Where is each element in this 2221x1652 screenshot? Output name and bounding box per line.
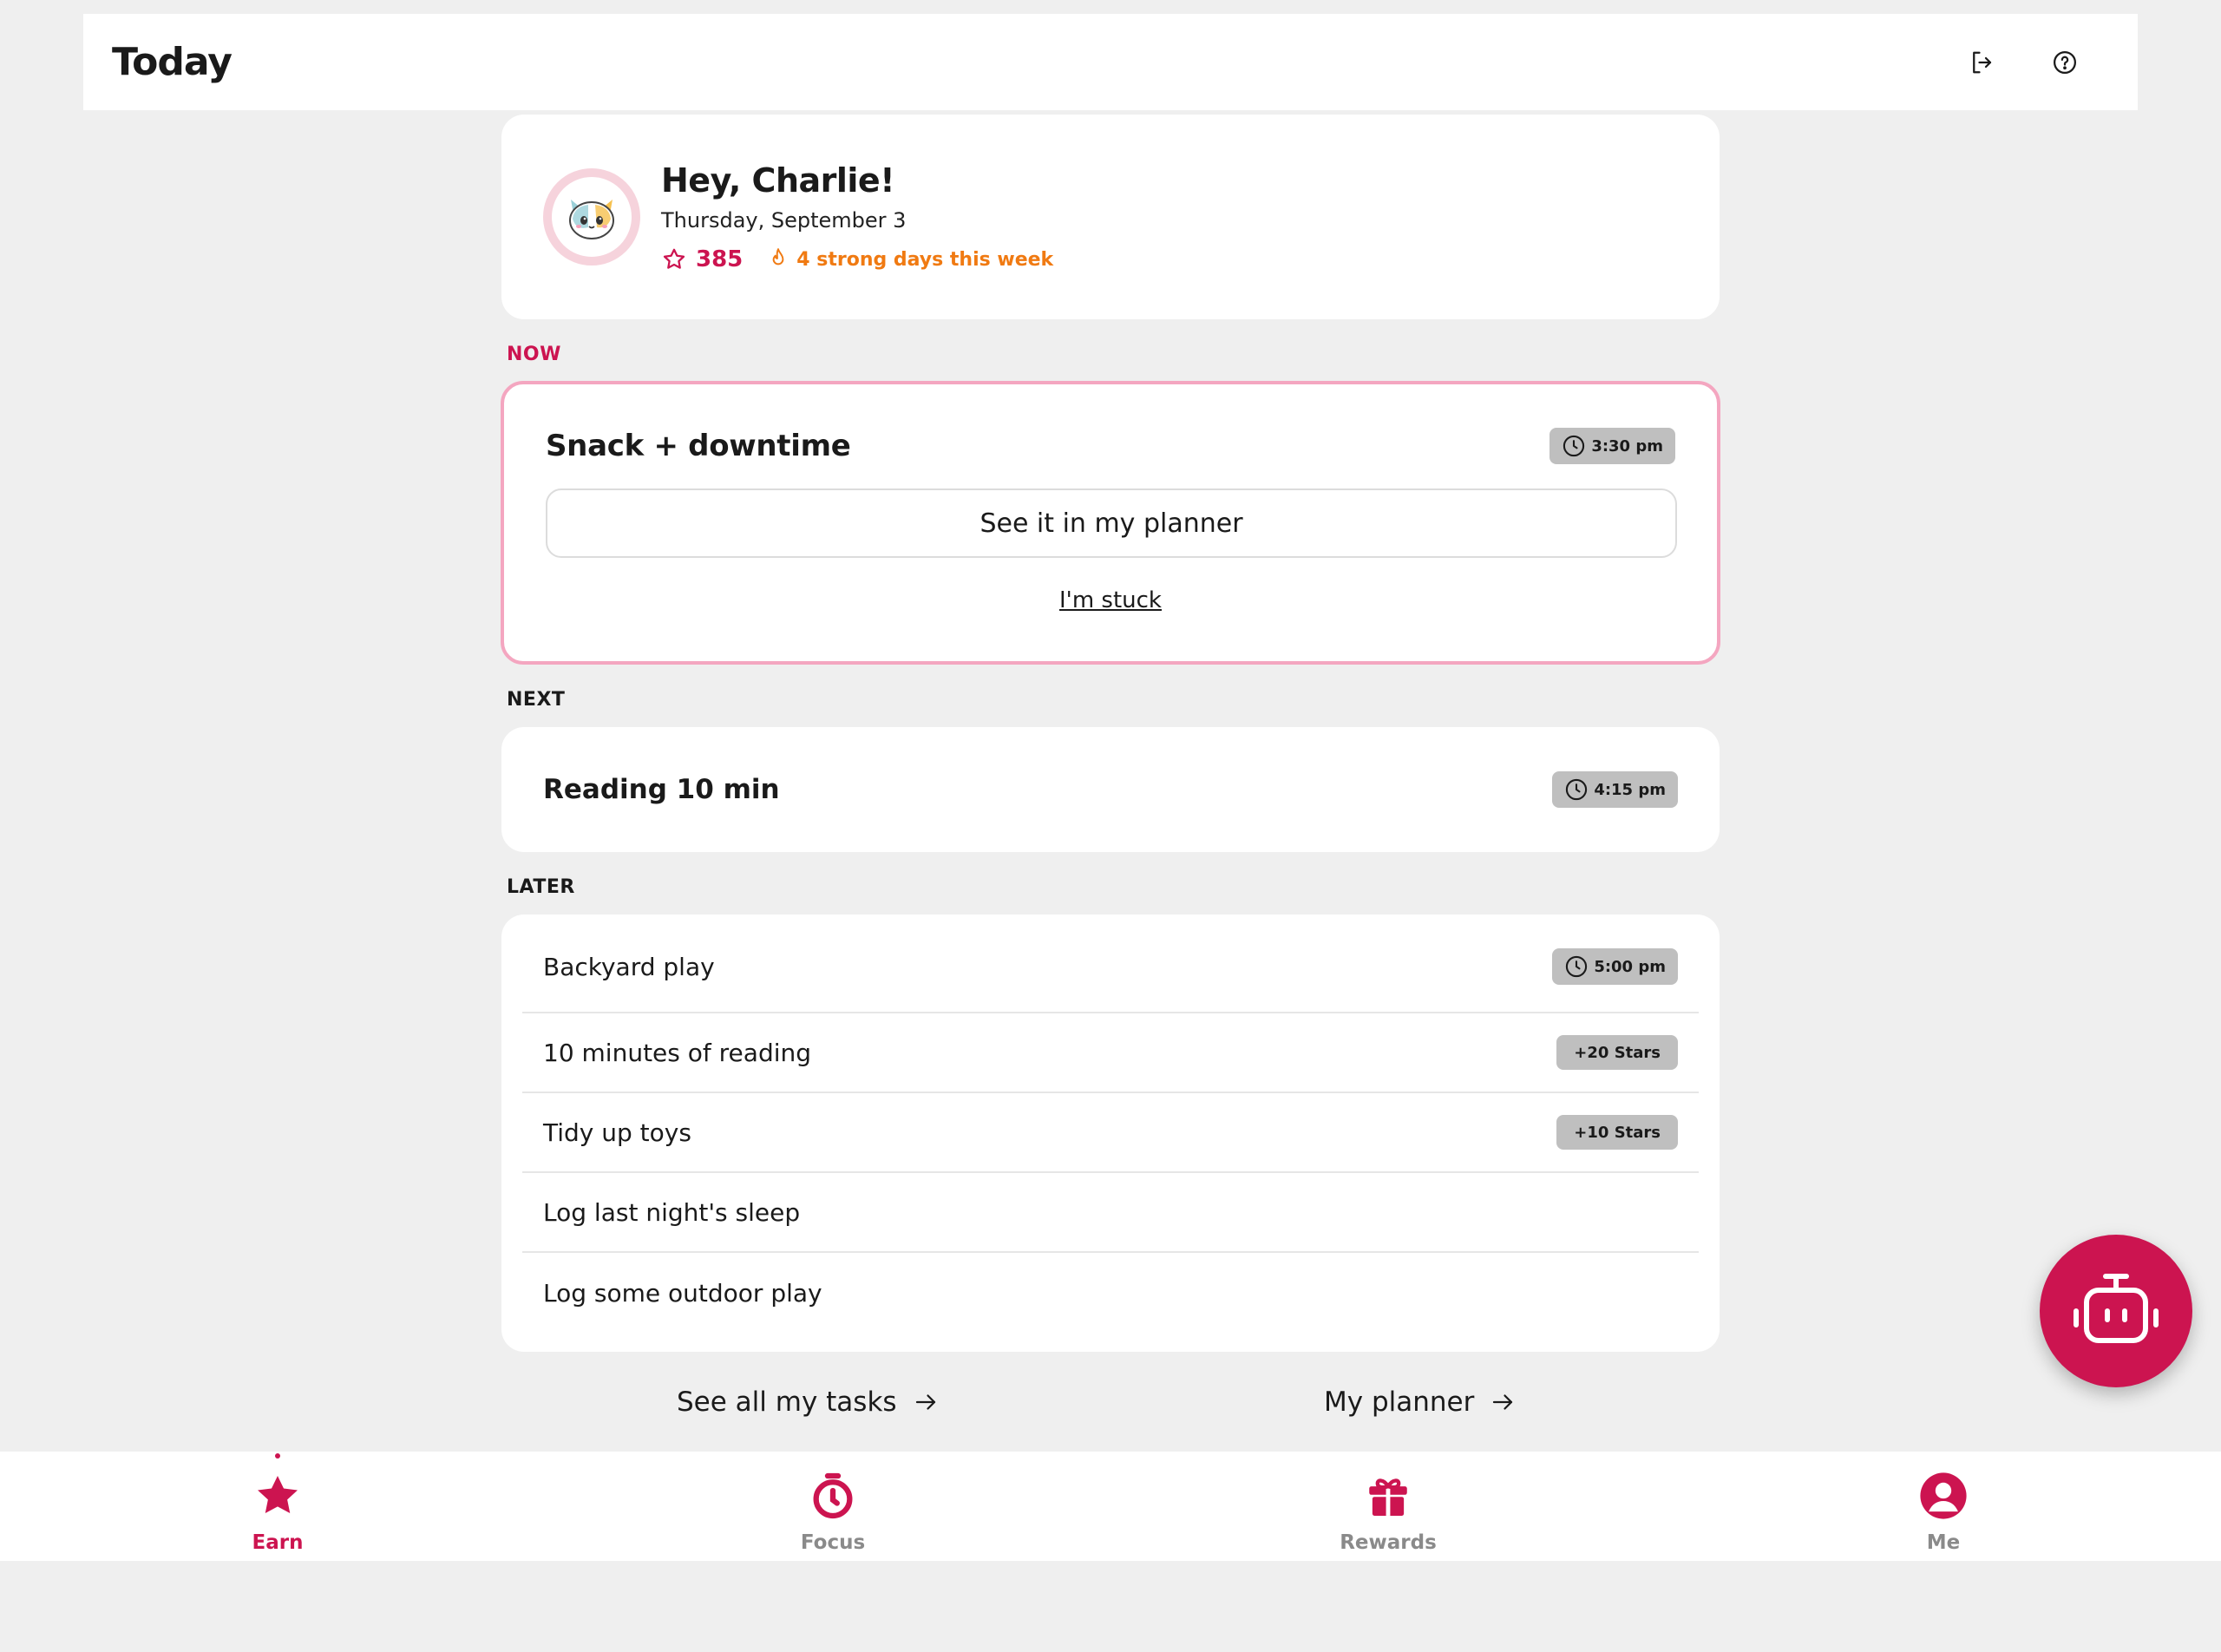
greeting-name: Hey, Charlie! xyxy=(661,161,895,200)
time-badge: 4:15 pm xyxy=(1552,771,1678,808)
later-tasks-card: Backyard play 5:00 pm 10 minutes of read… xyxy=(501,914,1720,1352)
arrow-right-icon xyxy=(915,1394,935,1410)
person-icon xyxy=(1920,1472,1967,1519)
stars-count: 385 xyxy=(661,246,743,272)
avatar[interactable] xyxy=(543,168,640,266)
cat-avatar-icon xyxy=(569,200,614,239)
page-title: Today xyxy=(112,40,233,84)
streak: 4 strong days this week xyxy=(767,247,1053,272)
time-badge: 5:00 pm xyxy=(1552,948,1678,985)
greeting-card: Hey, Charlie! Thursday, September 3 385 … xyxy=(501,115,1720,319)
logout-icon[interactable] xyxy=(1966,47,1997,78)
nav-label-focus: Focus xyxy=(800,1531,866,1554)
greeting-text: Hey, Charlie! Thursday, September 3 385 … xyxy=(661,161,1053,272)
greeting-date: Thursday, September 3 xyxy=(661,208,907,233)
section-label-now: NOW xyxy=(507,344,561,365)
bottom-nav: Earn Focus Rewards Me xyxy=(0,1452,2221,1561)
nav-item-earn[interactable]: Earn xyxy=(0,1452,555,1561)
task-title: Tidy up toys xyxy=(543,1118,691,1147)
flame-icon xyxy=(772,248,784,266)
list-item[interactable]: Log some outdoor play xyxy=(522,1253,1699,1333)
next-task-title: Reading 10 min xyxy=(543,774,780,805)
now-task-card: Snack + downtime 3:30 pm See it in my pl… xyxy=(501,381,1720,665)
clock-icon xyxy=(1566,778,1588,801)
help-icon[interactable] xyxy=(2049,47,2080,78)
next-task-time: 4:15 pm xyxy=(1594,780,1666,799)
my-planner-label: My planner xyxy=(1324,1386,1475,1418)
list-item[interactable]: Backyard play 5:00 pm xyxy=(522,914,1699,1013)
list-item[interactable]: Tidy up toys +10 Stars xyxy=(522,1093,1699,1173)
task-title: 10 minutes of reading xyxy=(543,1038,812,1067)
stars-value: 385 xyxy=(696,246,744,272)
im-stuck-link[interactable]: I'm stuck xyxy=(546,587,1675,613)
arrow-right-icon xyxy=(1493,1394,1513,1410)
now-task-title: Snack + downtime xyxy=(546,429,851,463)
star-icon xyxy=(258,1476,298,1514)
see-all-tasks-link[interactable]: See all my tasks xyxy=(677,1386,939,1418)
see-all-tasks-label: See all my tasks xyxy=(677,1386,897,1418)
top-bar: Today xyxy=(83,14,2138,110)
nav-label-earn: Earn xyxy=(252,1531,304,1554)
nav-item-me[interactable]: Me xyxy=(1666,1452,2221,1561)
nav-label-me: Me xyxy=(1926,1531,1961,1554)
active-indicator-dot xyxy=(275,1453,280,1459)
task-title: Backyard play xyxy=(543,952,715,981)
clock-icon xyxy=(1563,435,1585,457)
clock-icon xyxy=(1566,955,1588,978)
greeting-stats: 385 4 strong days this week xyxy=(661,246,1053,272)
nav-item-rewards[interactable]: Rewards xyxy=(1110,1452,1666,1561)
section-label-next: NEXT xyxy=(507,689,566,711)
assistant-button[interactable] xyxy=(2040,1235,2192,1387)
task-time: 5:00 pm xyxy=(1594,957,1666,976)
header-actions xyxy=(1966,47,2109,78)
list-item[interactable]: Log last night's sleep xyxy=(522,1173,1699,1253)
gift-icon xyxy=(1369,1478,1407,1516)
robot-icon xyxy=(2074,1274,2159,1343)
footer-links: See all my tasks My planner xyxy=(501,1386,1720,1432)
now-task-time: 3:30 pm xyxy=(1591,436,1663,456)
timer-icon xyxy=(813,1472,853,1519)
stars-badge: +20 Stars xyxy=(1556,1035,1678,1070)
nav-item-focus[interactable]: Focus xyxy=(555,1452,1110,1561)
next-task-card[interactable]: Reading 10 min 4:15 pm xyxy=(501,727,1720,852)
see-in-planner-button[interactable]: See it in my planner xyxy=(546,488,1677,558)
now-task-header: Snack + downtime 3:30 pm xyxy=(546,428,1675,464)
task-title: Log some outdoor play xyxy=(543,1278,822,1308)
streak-text: 4 strong days this week xyxy=(796,248,1054,271)
nav-label-rewards: Rewards xyxy=(1340,1531,1437,1554)
section-label-later: LATER xyxy=(507,876,575,898)
my-planner-link[interactable]: My planner xyxy=(1324,1386,1516,1418)
list-item[interactable]: 10 minutes of reading +20 Stars xyxy=(522,1013,1699,1093)
task-title: Log last night's sleep xyxy=(543,1197,801,1227)
time-badge: 3:30 pm xyxy=(1549,428,1675,464)
star-outline-icon xyxy=(663,248,685,269)
stars-badge: +10 Stars xyxy=(1556,1115,1678,1150)
